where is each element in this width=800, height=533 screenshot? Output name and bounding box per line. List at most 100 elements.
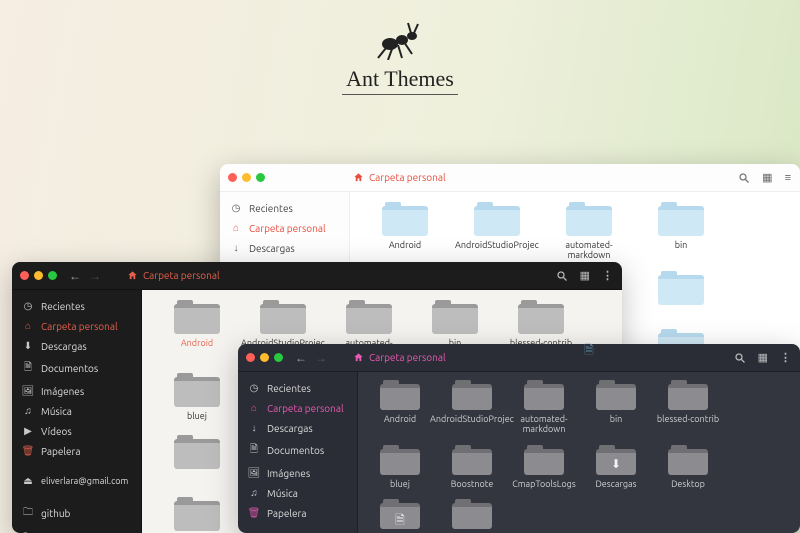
- home-icon: [127, 270, 138, 281]
- window-controls[interactable]: [246, 353, 283, 362]
- sidebar-item-documents[interactable]: 🗎Documentos: [12, 356, 141, 381]
- back-icon[interactable]: ←: [295, 351, 307, 365]
- close-icon[interactable]: [20, 271, 29, 280]
- sidebar-item-music[interactable]: ♫Música: [12, 401, 141, 421]
- folder-icon: [474, 202, 520, 236]
- sidebar-item-trash[interactable]: 🗑Papelera: [12, 441, 141, 461]
- sidebar-item-label: Música: [267, 488, 298, 499]
- maximize-icon[interactable]: [274, 353, 283, 362]
- path-bar[interactable]: Carpeta personal: [353, 352, 446, 363]
- sidebar-item-trash[interactable]: 🗑Papelera: [238, 503, 357, 523]
- forward-icon[interactable]: →: [315, 351, 327, 365]
- folder-item[interactable]: ⬇Descargas: [580, 445, 652, 489]
- sidebar-item-bookmark[interactable]: 🗀sequel: [12, 526, 141, 533]
- folder-item[interactable]: automated-markdown: [508, 380, 580, 435]
- folder-item[interactable]: Android: [362, 202, 448, 261]
- path-bar[interactable]: Carpeta personal: [353, 172, 446, 183]
- trash-icon: 🗑: [22, 445, 34, 457]
- view-grid-icon[interactable]: ▦: [758, 351, 768, 364]
- folder-item[interactable]: [638, 271, 724, 319]
- folder-icon: ⬇: [596, 445, 636, 475]
- minimize-icon[interactable]: [260, 353, 269, 362]
- back-icon[interactable]: ←: [69, 269, 81, 283]
- sidebar-item-label: Descargas: [41, 341, 87, 352]
- menu-icon[interactable]: ≡: [785, 172, 792, 184]
- titlebar[interactable]: ← → Carpeta personal ▦ ⋮: [238, 344, 800, 372]
- sidebar-item-downloads[interactable]: ↓Descargas: [220, 238, 349, 258]
- titlebar[interactable]: ← → Carpeta personal ▦ ⋮: [12, 262, 622, 290]
- clock-icon: ◷: [248, 382, 260, 394]
- folder-item[interactable]: bluej: [364, 445, 436, 489]
- file-label: Android: [384, 414, 416, 424]
- view-grid-icon[interactable]: ▦: [762, 171, 772, 184]
- sidebar-item-bookmark[interactable]: 🗀github: [12, 501, 141, 526]
- folder-item[interactable]: [154, 497, 240, 533]
- folder-item[interactable]: Dropbox: [436, 499, 508, 533]
- folder-item[interactable]: bluej: [154, 373, 240, 421]
- search-icon[interactable]: [556, 270, 568, 282]
- folder-item[interactable]: blessed-contrib: [652, 380, 724, 435]
- sidebar-item-home[interactable]: ⌂Carpeta personal: [220, 218, 349, 238]
- titlebar[interactable]: Carpeta personal ▦ ≡: [220, 164, 800, 192]
- folder-icon: [432, 300, 478, 334]
- folder-item[interactable]: [154, 435, 240, 483]
- path-bar[interactable]: Carpeta personal: [127, 270, 220, 281]
- menu-icon[interactable]: ⋮: [780, 351, 792, 364]
- folder-icon: [668, 380, 708, 410]
- sidebar-item-recent[interactable]: ◷Recientes: [238, 378, 357, 398]
- folder-item[interactable]: 🗎Documentos: [364, 499, 436, 533]
- search-icon[interactable]: [738, 172, 750, 184]
- close-icon[interactable]: [228, 173, 237, 182]
- folder-item[interactable]: bin: [580, 380, 652, 435]
- folder-item[interactable]: Android: [154, 300, 240, 359]
- sidebar-item-account[interactable]: ⏏eliverlara@gmail.com: [12, 471, 141, 491]
- forward-icon[interactable]: →: [89, 269, 101, 283]
- sidebar-item-images[interactable]: 🖼Imágenes: [12, 381, 141, 401]
- file-label: bluej: [390, 479, 410, 489]
- minimize-icon[interactable]: [242, 173, 251, 182]
- sidebar-item-recent[interactable]: ◷Recientes: [12, 296, 141, 316]
- folder-item[interactable]: bin: [638, 202, 724, 261]
- sidebar-item-videos[interactable]: ▶Vídeos: [12, 421, 141, 441]
- search-icon[interactable]: [734, 352, 746, 364]
- maximize-icon[interactable]: [256, 173, 265, 182]
- window-controls[interactable]: [20, 271, 57, 280]
- view-grid-icon[interactable]: ▦: [580, 269, 590, 282]
- folder-item[interactable]: automated-markdown: [546, 202, 632, 261]
- folder-icon: [174, 497, 220, 531]
- folder-item[interactable]: AndroidStudioProjects: [436, 380, 508, 435]
- sidebar-item-label: Imágenes: [267, 468, 310, 479]
- sidebar-item-music[interactable]: ♫Música: [238, 483, 357, 503]
- path-label: Carpeta personal: [143, 270, 220, 281]
- home-icon: ⌂: [248, 402, 260, 414]
- folder-item[interactable]: Desktop: [652, 445, 724, 489]
- file-label: Android: [389, 240, 421, 250]
- folder-icon: [566, 202, 612, 236]
- folder-item[interactable]: AndroidStudioProjects: [454, 202, 540, 261]
- folder-icon: [658, 202, 704, 236]
- file-grid[interactable]: Android AndroidStudioProjects automated-…: [358, 372, 800, 533]
- document-glyph-icon: 🗎: [380, 511, 420, 532]
- close-icon[interactable]: [246, 353, 255, 362]
- sidebar-item-documents[interactable]: 🗎Documentos: [238, 438, 357, 463]
- menu-icon[interactable]: ⋮: [602, 269, 614, 282]
- sidebar-item-downloads[interactable]: ⬇Descargas: [12, 336, 141, 356]
- file-label: AndroidStudioProjects: [455, 240, 539, 250]
- file-label: automated-markdown: [547, 240, 631, 261]
- folder-item[interactable]: Boostnote: [436, 445, 508, 489]
- minimize-icon[interactable]: [34, 271, 43, 280]
- sidebar-item-label: Recientes: [249, 203, 293, 214]
- folder-item[interactable]: Android: [364, 380, 436, 435]
- sidebar-item-home[interactable]: ⌂Carpeta personal: [12, 316, 141, 336]
- sidebar-item-recent[interactable]: ◷Recientes: [220, 198, 349, 218]
- folder-item[interactable]: CmapToolsLogs: [508, 445, 580, 489]
- sidebar-item-home[interactable]: ⌂Carpeta personal: [238, 398, 357, 418]
- folder-icon: 🗀: [22, 505, 34, 522]
- sidebar-item-downloads[interactable]: ↓Descargas: [238, 418, 357, 438]
- home-icon: ⌂: [22, 320, 34, 332]
- window-controls[interactable]: [228, 173, 265, 182]
- download-icon: ↓: [230, 242, 242, 254]
- maximize-icon[interactable]: [48, 271, 57, 280]
- ant-logo: [368, 20, 432, 60]
- sidebar-item-images[interactable]: 🖼Imágenes: [238, 463, 357, 483]
